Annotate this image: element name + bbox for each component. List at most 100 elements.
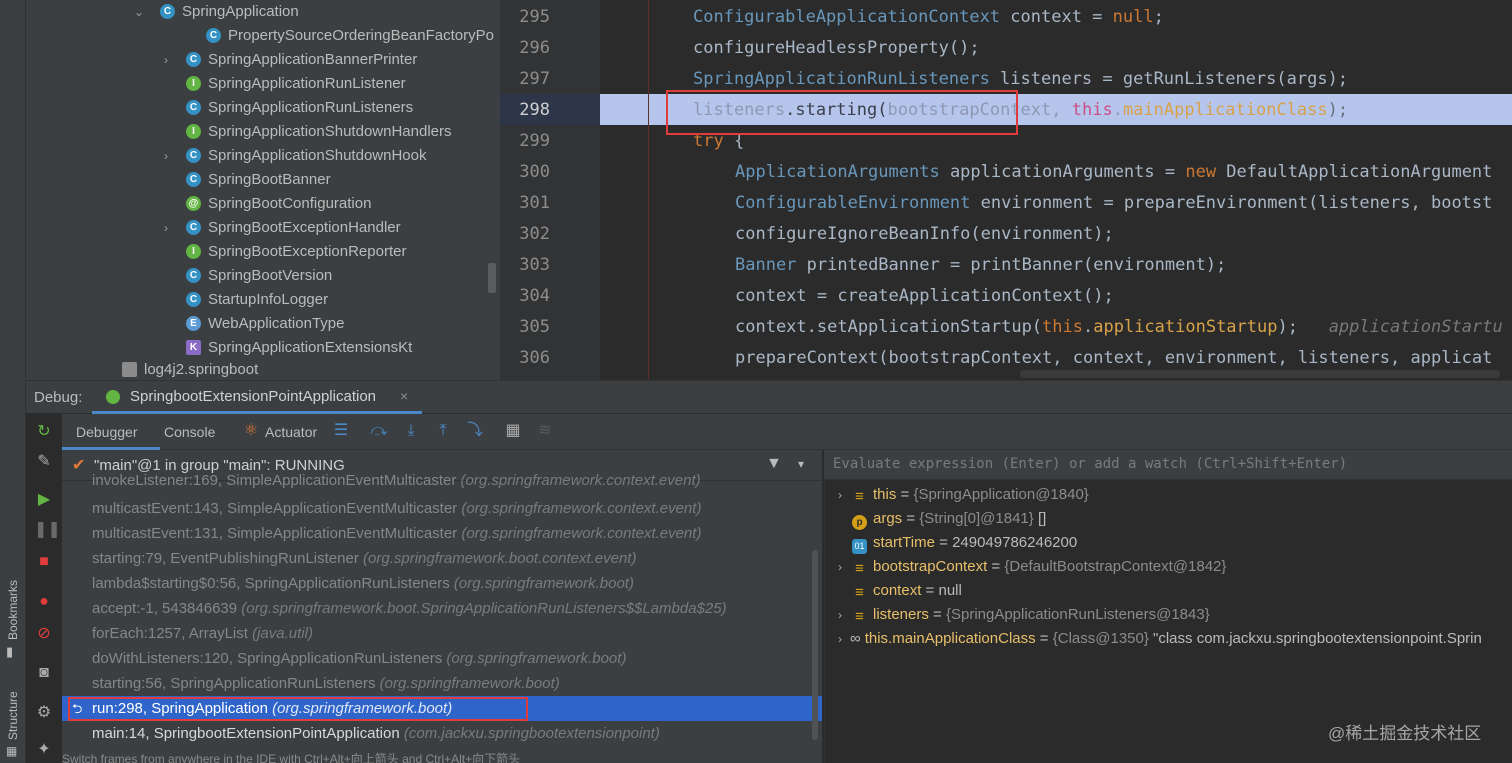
pin-icon[interactable]: ✦ — [34, 740, 54, 760]
bookmark-icon[interactable]: ▮ — [6, 644, 20, 659]
chevron-down-icon[interactable]: ⌄ — [133, 0, 145, 24]
field-icon: ≡ — [855, 584, 864, 601]
chevron-right-icon[interactable]: › — [160, 144, 172, 168]
line-number: 297 — [519, 69, 550, 89]
bookmarks-tool-label[interactable]: Bookmarks — [6, 580, 20, 640]
line-number: 301 — [519, 193, 550, 213]
structure-tool-label[interactable]: Structure — [6, 691, 20, 740]
field-icon: ≡ — [855, 488, 864, 505]
step-out-icon[interactable]: ⤒ — [434, 422, 452, 440]
annotation-box-code — [666, 90, 1018, 135]
chevron-right-icon[interactable]: › — [160, 48, 172, 72]
stack-frame[interactable]: multicastEvent:143, SimpleApplicationEve… — [92, 496, 701, 521]
stack-frame[interactable]: doWithListeners:120, SpringApplicationRu… — [92, 646, 626, 671]
mute-breakpoints-icon[interactable]: ⊘ — [34, 624, 54, 644]
step-into-icon[interactable]: ⤓ — [402, 422, 420, 440]
interface-icon: I — [186, 244, 201, 259]
thread-status: "main"@1 in group "main": RUNNING — [94, 457, 345, 474]
annotation-icon: @ — [186, 196, 201, 211]
code-line-305: context.setApplicationStartup(this.appli… — [735, 317, 1503, 337]
chevron-down-icon[interactable]: ▾ — [798, 457, 804, 471]
code-line-301: ConfigurableEnvironment environment = pr… — [735, 193, 1493, 213]
editor-hscrollbar[interactable] — [1020, 370, 1500, 378]
variable-row[interactable]: p args = {String[0]@1841} [] — [852, 507, 1046, 531]
code-line-303: Banner printedBanner = printBanner(envir… — [735, 255, 1227, 275]
debugger-toolbar: Debugger Console ⚛ Actuator ☰ ⤼ ⤓ ⤒ ⤵ ▦ … — [62, 414, 1512, 450]
code-editor[interactable]: 295 296 297 298 299 300 301 302 303 304 … — [500, 0, 1512, 380]
interface-icon: I — [186, 124, 201, 139]
variable-row[interactable]: › ≡ bootstrapContext = {DefaultBootstrapCo… — [838, 555, 1226, 579]
stack-frame[interactable]: starting:79, EventPublishingRunListener … — [92, 546, 636, 571]
chevron-right-icon[interactable]: › — [160, 216, 172, 240]
debug-session-name: SpringbootExtensionPointApplication — [130, 388, 376, 405]
enum-icon: E — [186, 316, 201, 331]
variable-row[interactable]: 01 startTime = 249049786246200 — [852, 531, 1077, 555]
line-number: 305 — [519, 317, 550, 337]
chevron-right-icon[interactable]: › — [838, 632, 842, 646]
chevron-right-icon[interactable]: › — [838, 488, 842, 502]
frames-scrollbar[interactable] — [812, 550, 818, 740]
tab-debugger[interactable]: Debugger — [76, 414, 138, 450]
chevron-right-icon[interactable]: › — [838, 608, 842, 622]
trace-icon[interactable]: ≋ — [536, 422, 554, 440]
evaluate-expression-field[interactable]: Evaluate expression (Enter) or add a wat… — [824, 450, 1512, 480]
kotlin-file-icon: K — [186, 340, 201, 355]
code-line-300: ApplicationArguments applicationArgument… — [735, 162, 1493, 182]
variable-row[interactable]: › ≡ listeners = {SpringApplicationRunListe… — [838, 603, 1210, 627]
interface-icon: I — [186, 76, 201, 91]
line-number: 299 — [519, 131, 550, 151]
spring-boot-icon — [106, 390, 120, 404]
filter-icon[interactable]: ▼ — [766, 455, 782, 473]
evaluate-expression-icon[interactable]: ▦ — [504, 422, 522, 440]
watch-glasses-icon: ∞ — [850, 630, 861, 647]
evaluate-placeholder: Evaluate expression (Enter) or add a wat… — [833, 456, 1348, 472]
variable-row[interactable]: › ∞ this.mainApplicationClass = {Class@135… — [838, 627, 1482, 651]
variable-row[interactable]: ≡ context = null — [852, 579, 962, 603]
close-icon[interactable]: × — [400, 388, 408, 404]
line-number: 296 — [519, 38, 550, 58]
field-icon: ≡ — [855, 560, 864, 577]
settings-gear-icon[interactable]: ⚙ — [34, 703, 54, 723]
debug-session-tab[interactable]: SpringbootExtensionPointApplication × — [92, 380, 422, 414]
tab-actuator[interactable]: Actuator — [265, 414, 317, 450]
stack-frame[interactable]: accept:-1, 543846639 (org.springframewor… — [92, 596, 727, 621]
show-execution-point-icon[interactable]: ☰ — [332, 422, 350, 440]
view-breakpoints-icon[interactable]: ● — [34, 592, 54, 612]
chevron-right-icon[interactable]: › — [838, 560, 842, 574]
actuator-icon: ⚛ — [243, 422, 259, 439]
stack-frame[interactable]: forEach:1257, ArrayList (java.util) — [92, 621, 313, 646]
stack-frame[interactable]: starting:56, SpringApplicationRunListene… — [92, 671, 560, 696]
stop-icon[interactable]: ■ — [34, 552, 54, 572]
variable-row[interactable]: › ≡ this = {SpringApplication@1840} — [838, 483, 1089, 507]
resume-icon[interactable]: ▶ — [34, 490, 54, 510]
code-line-302: configureIgnoreBeanInfo(environment); — [735, 224, 1114, 244]
stack-frame[interactable]: lambda$starting$0:56, SpringApplicationR… — [92, 571, 634, 596]
run-to-cursor-icon[interactable]: ⤵ — [466, 422, 484, 440]
stack-frame[interactable]: invokeListener:169, SimpleApplicationEve… — [92, 473, 701, 489]
tree-scrollbar[interactable] — [488, 263, 496, 293]
wrench-icon[interactable]: ✎ — [34, 452, 54, 472]
stack-frame[interactable]: main:14, SpringbootExtensionPointApplica… — [92, 721, 660, 746]
watermark: @稀土掘金技术社区 — [1328, 724, 1482, 743]
primitive-icon: 01 — [852, 539, 867, 554]
class-icon: C — [160, 4, 175, 19]
tab-console[interactable]: Console — [164, 414, 215, 450]
line-number: 306 — [519, 348, 550, 368]
code-line-295: ConfigurableApplicationContext context =… — [693, 7, 1164, 27]
line-number: 295 — [519, 7, 550, 27]
annotation-box-frame — [68, 697, 528, 721]
field-icon: ≡ — [855, 608, 864, 625]
structure-icon[interactable]: ▦ — [6, 744, 20, 758]
step-over-icon[interactable]: ⤼ — [370, 422, 388, 440]
rerun-icon[interactable]: ↻ — [34, 422, 54, 442]
camera-icon[interactable]: ◙ — [34, 663, 54, 683]
class-icon: C — [186, 292, 201, 307]
stack-frame[interactable]: multicastEvent:131, SimpleApplicationEve… — [92, 521, 701, 546]
pause-icon[interactable]: ❚❚ — [34, 520, 61, 540]
class-icon: C — [186, 220, 201, 235]
class-icon: C — [186, 172, 201, 187]
line-number: 302 — [519, 224, 550, 244]
class-icon: C — [186, 52, 201, 67]
indent-guide — [648, 0, 649, 380]
frames-hint: Switch frames from anywhere in the IDE w… — [62, 752, 521, 763]
